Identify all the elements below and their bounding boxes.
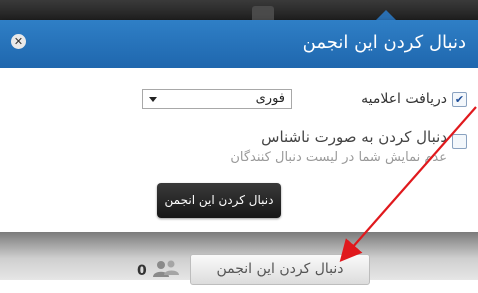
background-tab — [252, 6, 274, 20]
notify-frequency-select[interactable]: فوری — [142, 89, 292, 109]
notify-frequency-value: فوری — [255, 91, 285, 106]
follow-dialog: دنبال کردن این انجمن ✕ ✔ دریافت اعلامیه … — [0, 20, 478, 232]
anonymous-checkbox[interactable] — [452, 134, 467, 149]
users-icon — [153, 260, 179, 277]
follow-forum-button[interactable]: دنبال کردن این انجمن — [157, 183, 281, 218]
dialog-titlebar: دنبال کردن این انجمن ✕ — [0, 20, 478, 68]
background-window-strip — [0, 0, 478, 20]
chevron-down-icon — [149, 97, 157, 102]
dialog-title: دنبال کردن این انجمن — [302, 32, 466, 53]
anonymous-label: دنبال کردن به صورت ناشناس — [261, 128, 447, 146]
anonymous-description: عدم نمایش شما در لیست دنبال کنندگان — [230, 150, 447, 165]
background-notch — [376, 10, 396, 20]
notify-checkbox[interactable]: ✔ — [452, 92, 467, 107]
close-icon[interactable]: ✕ — [11, 34, 26, 49]
notify-label: دریافت اعلامیه — [361, 91, 447, 107]
follower-count: 0 — [137, 263, 147, 279]
page-follow-forum-button[interactable]: دنبال کردن این انجمن — [190, 254, 370, 285]
